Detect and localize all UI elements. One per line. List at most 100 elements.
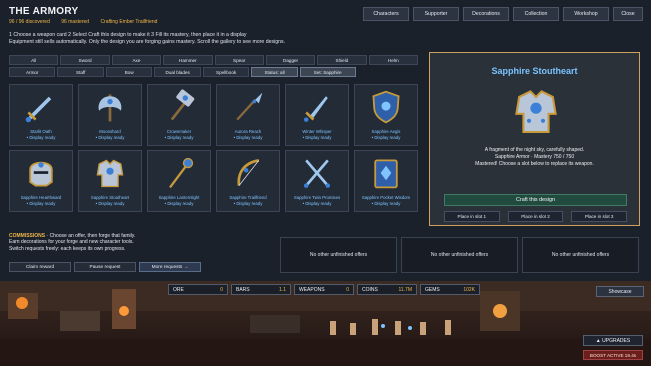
slot-buttons: Place in slot 1 Place in slot 2 Place in… bbox=[444, 211, 627, 222]
resource-ore: ORE 0 bbox=[168, 284, 228, 295]
filter-hammer[interactable]: Hammer bbox=[163, 55, 213, 65]
progress-stats: 96 / 96 discovered 96 mastered Crafting … bbox=[9, 19, 167, 25]
filter-dagger[interactable]: Dagger bbox=[265, 55, 316, 65]
design-status: • Display ready bbox=[95, 201, 125, 206]
filter-spellbook[interactable]: Spellbook bbox=[202, 67, 250, 77]
resource-value: 11.7M bbox=[398, 286, 412, 293]
design-card[interactable]: Sapphire Aegis • Display ready bbox=[354, 84, 418, 146]
resource-bar: ORE 0 BARS 1.1 WEAPONS 0 COINS 11.7M GEMS 102… bbox=[168, 284, 480, 295]
resource-value: 1.1 bbox=[279, 286, 286, 293]
nav-supporter-button[interactable]: Supporter bbox=[413, 7, 459, 21]
offer-slot: No other unfinished offers bbox=[522, 237, 639, 273]
design-status: • Display ready bbox=[95, 135, 125, 140]
filter-status-dropdown[interactable]: Status: all bbox=[251, 67, 298, 77]
design-card[interactable]: Sapphire Hearthward • Display ready bbox=[9, 150, 73, 212]
sword-icon bbox=[25, 96, 52, 123]
filter-armor[interactable]: Armor bbox=[9, 67, 56, 77]
resource-label: BARS bbox=[236, 286, 250, 293]
design-card[interactable]: Starlit Oath • Display ready bbox=[9, 84, 73, 146]
detail-flavor: A fragment of the night sky, carefully s… bbox=[484, 147, 585, 153]
showcase-button[interactable]: Showcase bbox=[596, 286, 644, 297]
design-card[interactable]: Crownmaker • Display ready bbox=[147, 84, 211, 146]
design-card[interactable]: Moonshard • Display ready bbox=[78, 84, 142, 146]
design-name: Sapphire Pocket Wisdom bbox=[361, 195, 411, 200]
design-status: • Display ready bbox=[26, 201, 56, 206]
design-card[interactable]: Sapphire Lanternlight • Display ready bbox=[147, 150, 211, 212]
design-status: • Display ready bbox=[26, 135, 56, 140]
filter-helm[interactable]: Helm bbox=[368, 55, 418, 65]
design-card[interactable]: Sapphire Trailfriend • Display ready bbox=[216, 150, 280, 212]
instructions-line-1: 1 Choose a weapon card 2 Select Craft th… bbox=[9, 32, 247, 38]
design-name: Sapphire Lanternlight bbox=[158, 195, 200, 200]
resource-label: GEMS bbox=[425, 286, 440, 293]
spellbook-icon bbox=[374, 159, 398, 189]
place-slot-2-button[interactable]: Place in slot 2 bbox=[507, 211, 564, 222]
resource-weapons: WEAPONS 0 bbox=[294, 284, 354, 295]
filter-axe[interactable]: Axe bbox=[111, 55, 162, 65]
design-name: Sapphire Stoutheart bbox=[90, 195, 130, 200]
detail-description: A fragment of the night sky, carefully s… bbox=[430, 147, 639, 168]
armor-icon bbox=[515, 90, 557, 134]
filter-shield[interactable]: Shield bbox=[317, 55, 367, 65]
design-status: • Display ready bbox=[302, 135, 332, 140]
upgrades-button[interactable]: ▲ UPGRADES bbox=[583, 335, 643, 346]
design-status: • Display ready bbox=[233, 201, 263, 206]
resource-value: 0 bbox=[220, 286, 223, 293]
design-status: • Display ready bbox=[233, 135, 263, 140]
design-detail-panel: Sapphire Stoutheart A fragment of the ni… bbox=[429, 52, 640, 226]
design-name: Sapphire Twin Promises bbox=[293, 195, 341, 200]
design-status: • Display ready bbox=[164, 201, 194, 206]
design-status: • Display ready bbox=[371, 201, 401, 206]
craft-design-button[interactable]: Craft this design bbox=[444, 194, 627, 206]
nav-workshop-button[interactable]: Workshop bbox=[563, 7, 609, 21]
design-card[interactable]: Sapphire Stoutheart • Display ready bbox=[78, 150, 142, 212]
filter-set-dropdown[interactable]: Set: Sapphire bbox=[299, 67, 356, 77]
filter-bar: All Sword Axe Hammer Spear Dagger Shield… bbox=[9, 55, 418, 79]
helm-icon bbox=[29, 161, 53, 187]
design-card[interactable]: Sapphire Twin Promises • Display ready bbox=[285, 150, 349, 212]
design-name: Sapphire Trailfriend bbox=[229, 195, 267, 200]
design-status: • Display ready bbox=[371, 135, 401, 140]
resource-label: ORE bbox=[173, 286, 184, 293]
design-name: Crownmaker bbox=[166, 129, 192, 134]
dual-blades-icon bbox=[303, 159, 331, 188]
place-slot-3-button[interactable]: Place in slot 3 bbox=[571, 211, 627, 222]
detail-mastery: Sapphire Armor · Mastery 750 / 750 bbox=[494, 154, 575, 160]
design-name: Winter Whisper bbox=[302, 129, 332, 134]
design-name: Sapphire Hearthward bbox=[20, 195, 62, 200]
more-requests-button[interactable]: More requests → bbox=[139, 262, 201, 272]
staff-icon bbox=[169, 157, 194, 189]
axe-icon bbox=[98, 94, 122, 122]
nav-collection-button[interactable]: Collection bbox=[513, 7, 559, 21]
filter-dual-blades[interactable]: Dual blades bbox=[154, 67, 201, 77]
close-button[interactable]: Close bbox=[613, 7, 643, 21]
design-card[interactable]: Sapphire Pocket Wisdom • Display ready bbox=[354, 150, 418, 212]
filter-sword[interactable]: Sword bbox=[60, 55, 110, 65]
filter-all[interactable]: All bbox=[9, 55, 59, 65]
detail-title: Sapphire Stoutheart bbox=[491, 66, 578, 76]
nav-characters-button[interactable]: Characters bbox=[363, 7, 409, 21]
spear-icon bbox=[236, 92, 263, 121]
offer-slot: No other unfinished offers bbox=[401, 237, 518, 273]
design-card[interactable]: Winter Whisper • Display ready bbox=[285, 84, 349, 146]
place-slot-1-button[interactable]: Place in slot 1 bbox=[444, 211, 500, 222]
hammer-icon bbox=[170, 89, 195, 121]
design-card[interactable]: Aurora Reach • Display ready bbox=[216, 84, 280, 146]
filter-staff[interactable]: Staff bbox=[57, 67, 104, 77]
design-gallery: Starlit Oath • Display ready Moonshard •… bbox=[9, 84, 418, 212]
resource-label: WEAPONS bbox=[299, 286, 325, 293]
resource-bars: BARS 1.1 bbox=[231, 284, 291, 295]
resource-coins: COINS 11.7M bbox=[357, 284, 417, 295]
filter-spear[interactable]: Spear bbox=[214, 55, 264, 65]
crafting-status: Crafting Ember Trailfriend bbox=[100, 19, 158, 25]
pause-request-button[interactable]: Pause request bbox=[74, 262, 136, 272]
top-nav: Characters Supporter Decorations Collect… bbox=[363, 7, 643, 21]
filter-bow[interactable]: Bow bbox=[105, 67, 153, 77]
resource-value: 102K bbox=[463, 286, 475, 293]
commissions-text: COMMISSIONS · Choose an offer, then forg… bbox=[9, 233, 274, 252]
shield-icon bbox=[372, 90, 400, 124]
nav-decorations-button[interactable]: Decorations bbox=[463, 7, 509, 21]
offer-slot: No other unfinished offers bbox=[280, 237, 397, 273]
claim-reward-button[interactable]: Claim reward bbox=[9, 262, 71, 272]
design-status: • Display ready bbox=[164, 135, 194, 140]
